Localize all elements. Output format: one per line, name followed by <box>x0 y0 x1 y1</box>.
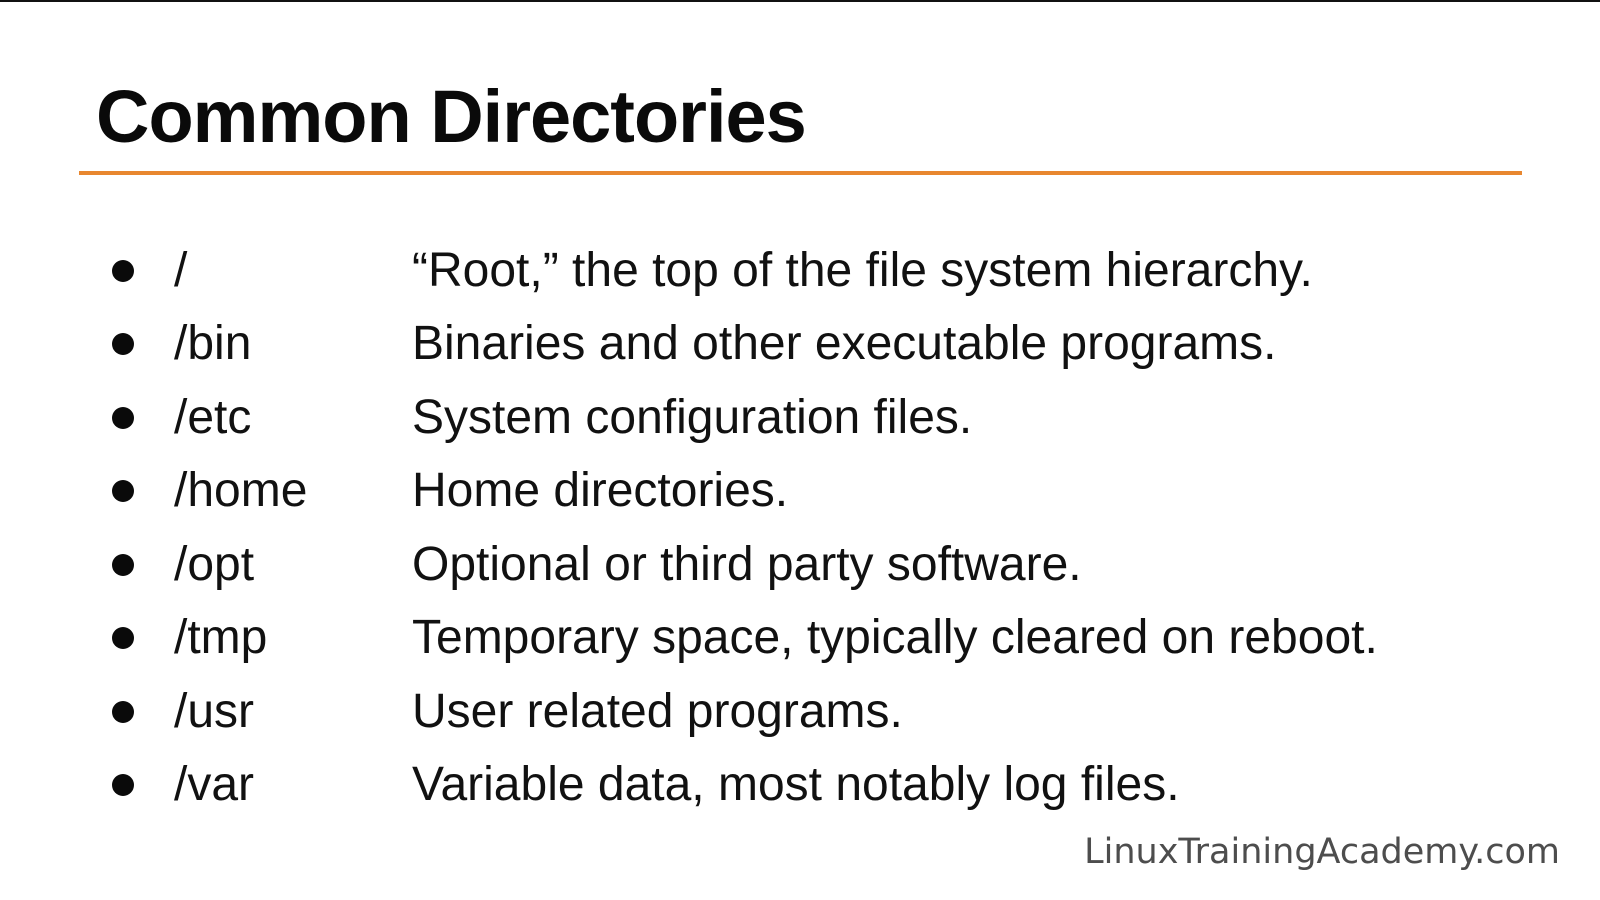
directory-list: / “Root,” the top of the file system hie… <box>112 234 1378 822</box>
slide-title: Common Directories <box>96 75 807 158</box>
directory-path: /opt <box>174 537 255 591</box>
list-item: /opt Optional or third party software. <box>112 528 1378 602</box>
list-item: /bin Binaries and other executable progr… <box>112 308 1378 382</box>
directory-description: Optional or third party software. <box>412 537 1082 591</box>
bullet-icon <box>112 774 134 797</box>
directory-path: / <box>174 243 188 297</box>
directory-path: /bin <box>174 317 252 371</box>
bullet-icon <box>112 480 134 503</box>
directory-description: User related programs. <box>412 684 903 738</box>
directory-description: Variable data, most notably log files. <box>412 758 1180 812</box>
list-item: /var Variable data, most notably log fil… <box>112 749 1378 823</box>
directory-path: /tmp <box>174 611 268 665</box>
bullet-icon <box>112 700 134 723</box>
bullet-icon <box>112 406 134 429</box>
watermark-text: LinuxTrainingAcademy.com <box>1084 832 1560 872</box>
directory-description: Binaries and other executable programs. <box>412 317 1277 371</box>
bullet-icon <box>112 553 134 576</box>
bullet-icon <box>112 627 134 650</box>
bullet-icon <box>112 333 134 356</box>
title-underline <box>79 171 1522 175</box>
directory-path: /etc <box>174 390 252 444</box>
list-item: /usr User related programs. <box>112 675 1378 749</box>
list-item: /tmp Temporary space, typically cleared … <box>112 602 1378 676</box>
directory-path: /usr <box>174 684 255 738</box>
list-item: / “Root,” the top of the file system hie… <box>112 234 1378 308</box>
directory-description: Temporary space, typically cleared on re… <box>412 611 1378 665</box>
directory-description: “Root,” the top of the file system hiera… <box>412 243 1313 297</box>
list-item: /home Home directories. <box>112 455 1378 529</box>
slide: Common Directories / “Root,” the top of … <box>0 0 1600 900</box>
list-item: /etc System configuration files. <box>112 381 1378 455</box>
directory-description: System configuration files. <box>412 390 973 444</box>
directory-path: /var <box>174 758 255 812</box>
directory-description: Home directories. <box>412 464 789 518</box>
directory-path: /home <box>174 464 308 518</box>
bullet-icon <box>112 259 134 282</box>
